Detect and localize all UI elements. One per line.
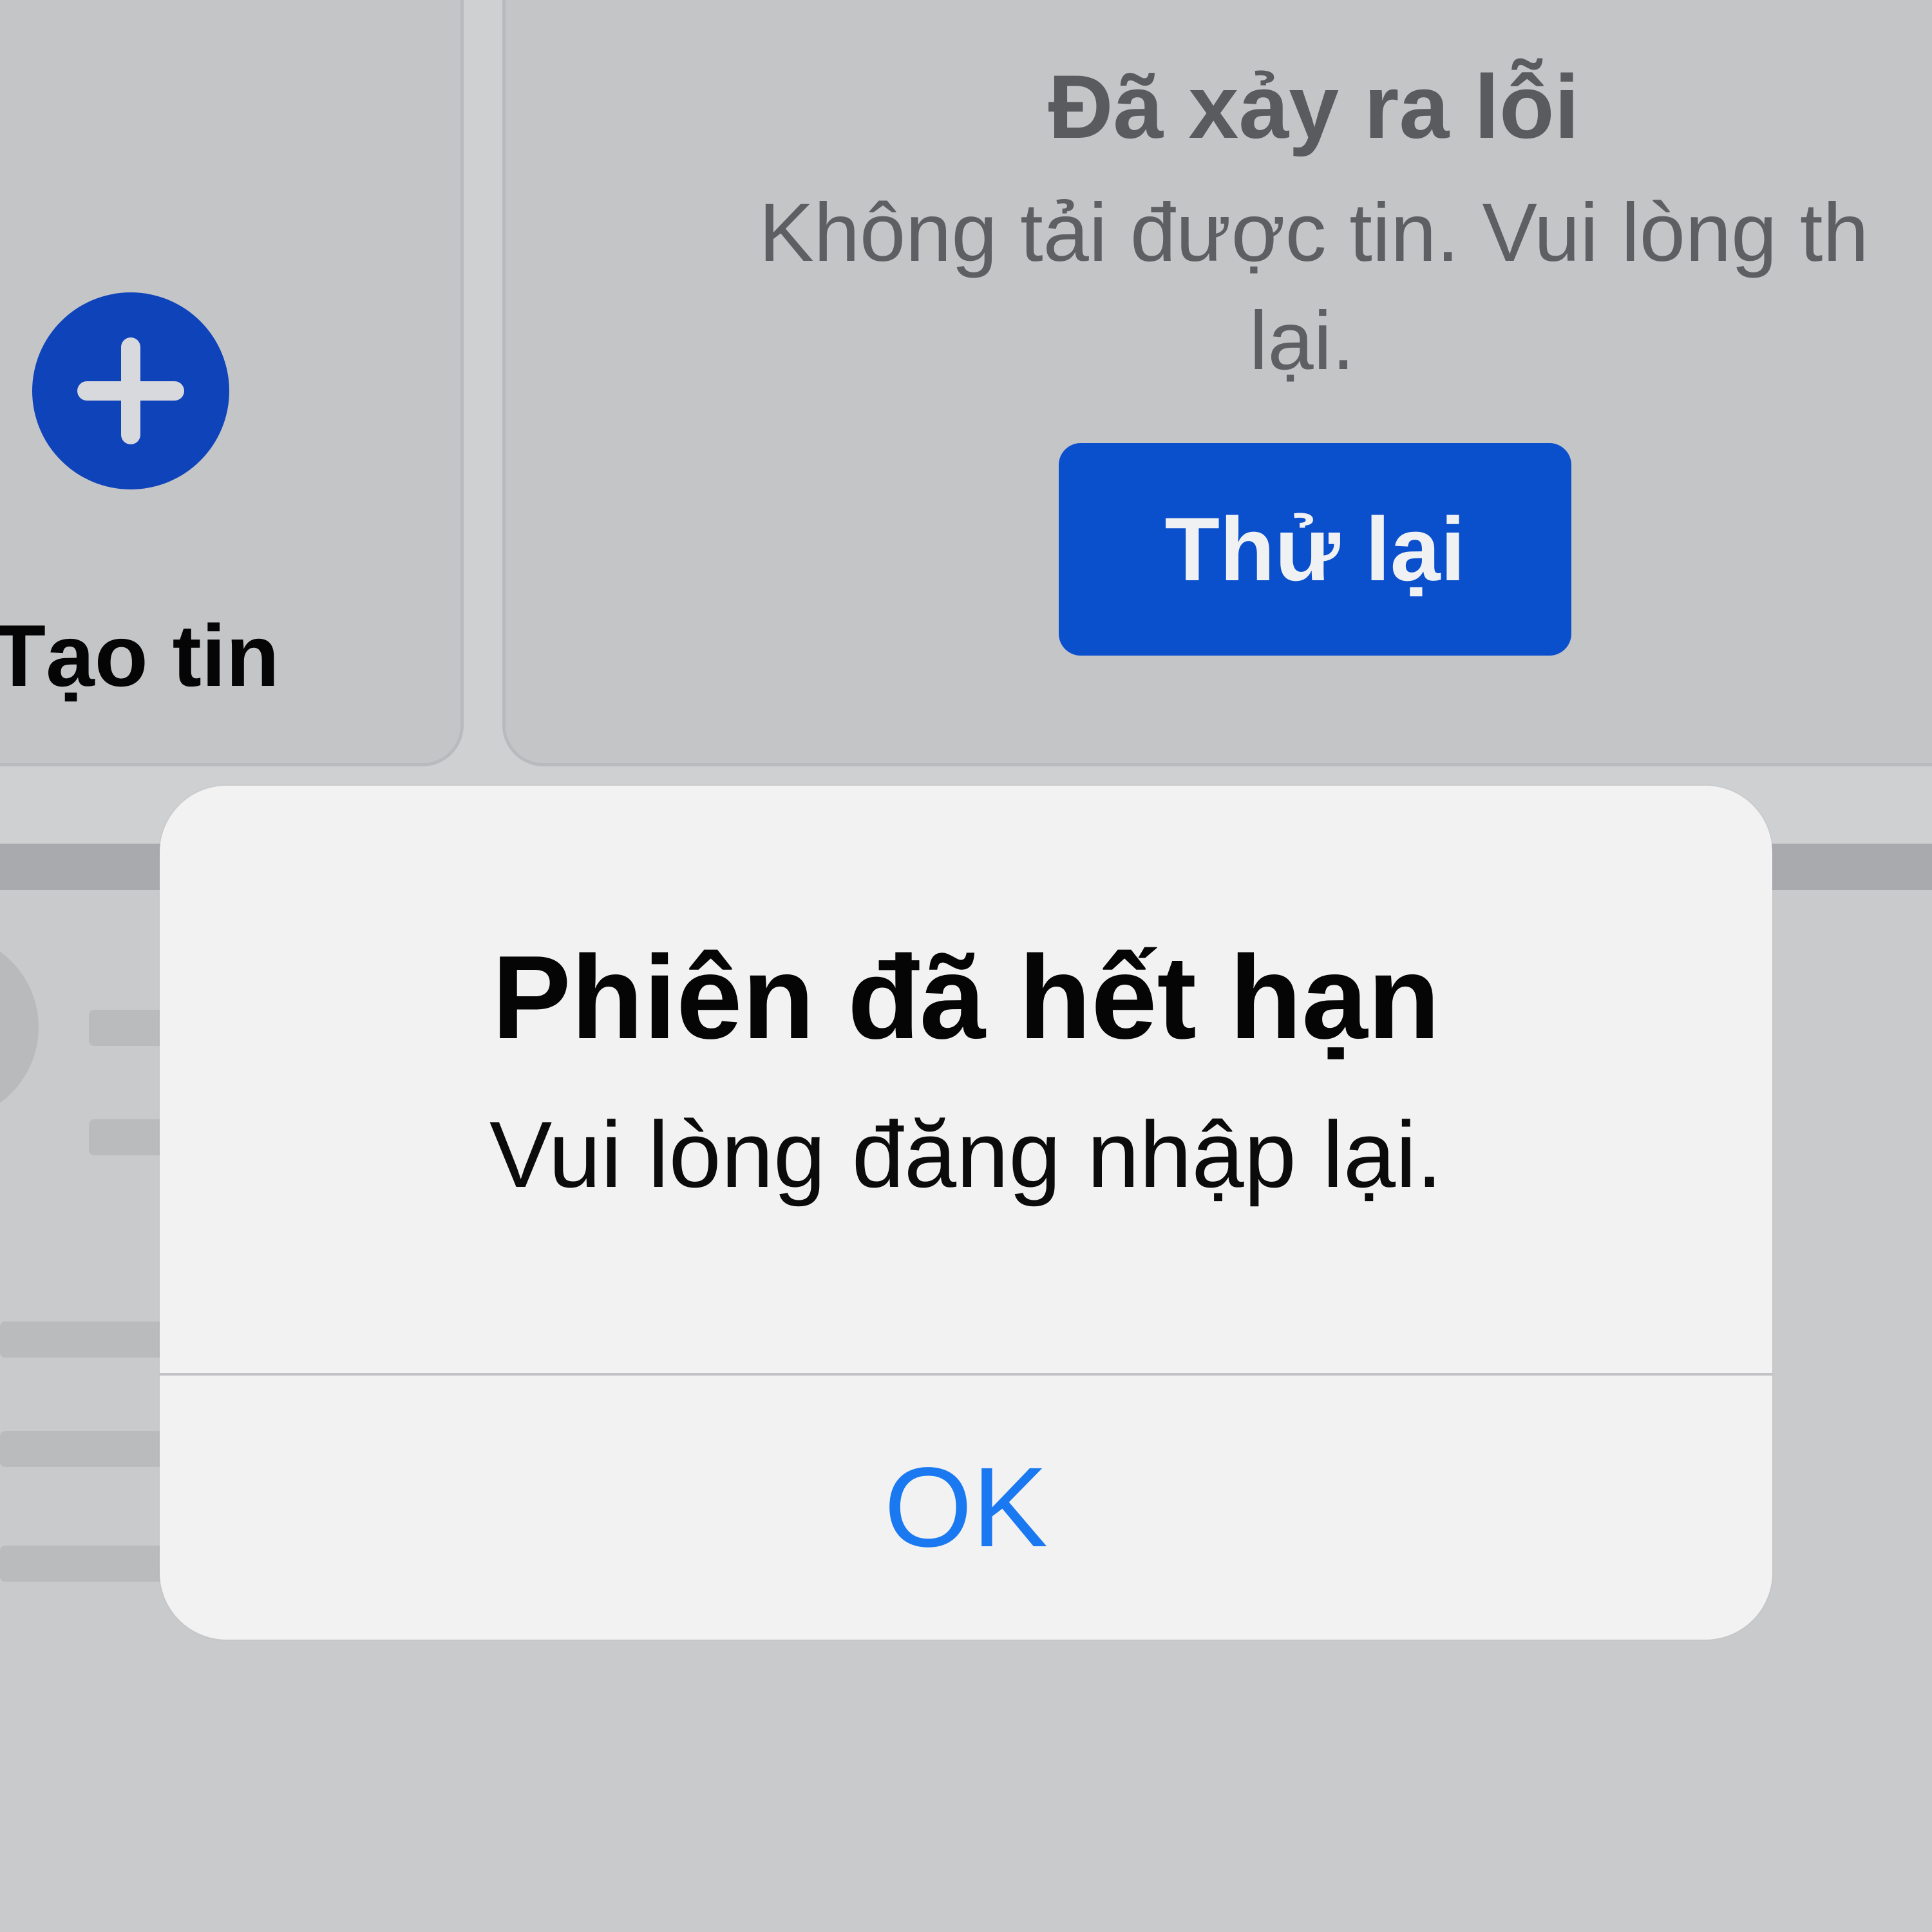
alert-body: Phiên đã hết hạn Vui lòng đăng nhập lại. xyxy=(160,786,1772,1373)
stories-error-message-line2: lại. xyxy=(1249,295,1355,387)
stories-error-message: Không tải được tin. Vui lòng th lại. xyxy=(592,179,1932,395)
create-story-label: Tạo tin xyxy=(0,607,279,705)
stories-error-message-line1: Không tải được tin. Vui lòng th xyxy=(759,187,1869,279)
stories-error-title: Đã xảy ra lỗi xyxy=(1048,56,1580,157)
alert-title: Phiên đã hết hạn xyxy=(491,931,1441,1063)
ok-button[interactable]: OK xyxy=(160,1376,1772,1640)
alert-message: Vui lòng đăng nhập lại. xyxy=(489,1102,1443,1207)
plus-icon[interactable] xyxy=(32,292,229,489)
plus-icon-glyph xyxy=(77,337,184,444)
session-expired-alert: Phiên đã hết hạn Vui lòng đăng nhập lại.… xyxy=(160,786,1772,1640)
retry-button[interactable]: Thử lại xyxy=(1059,443,1571,656)
app-screen: Tạo tin Đã xảy ra lỗi Không tải được tin… xyxy=(0,0,1932,1932)
